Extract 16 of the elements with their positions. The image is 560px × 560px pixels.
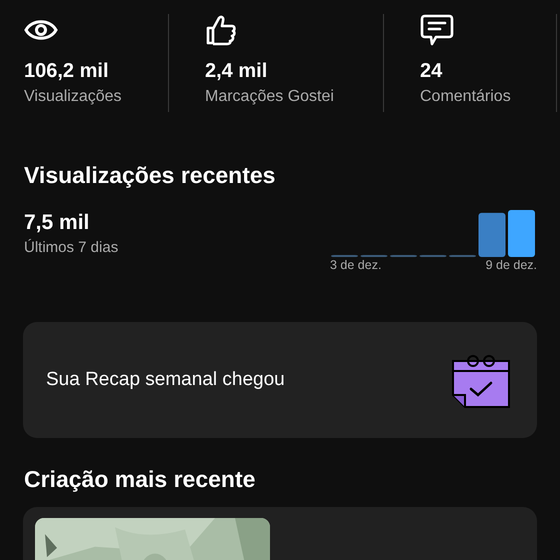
- stat-value: 2,4 mil: [205, 59, 268, 84]
- stat-label: Comentários: [420, 88, 511, 106]
- comment-icon: [420, 14, 454, 46]
- stat-label: Visualizações: [24, 88, 122, 106]
- stat-label: Marcações Gostei: [205, 88, 334, 106]
- axis-label: 9 de dez.: [486, 258, 537, 272]
- thumbs-up-icon: [205, 14, 237, 46]
- recap-card[interactable]: Sua Recap semanal chegou: [23, 322, 537, 438]
- period-label: Últimos 7 dias: [24, 239, 118, 256]
- section-title: Visualizações recentes: [24, 162, 276, 189]
- views-total: 7,5 mil: [24, 211, 90, 235]
- section-title: Criação mais recente: [24, 466, 256, 493]
- axis-label: 3 de dez.: [330, 258, 382, 272]
- stat-value: 24: [420, 59, 442, 84]
- stat-value: 106,2 mil: [24, 59, 109, 84]
- recap-text: Sua Recap semanal chegou: [46, 369, 285, 391]
